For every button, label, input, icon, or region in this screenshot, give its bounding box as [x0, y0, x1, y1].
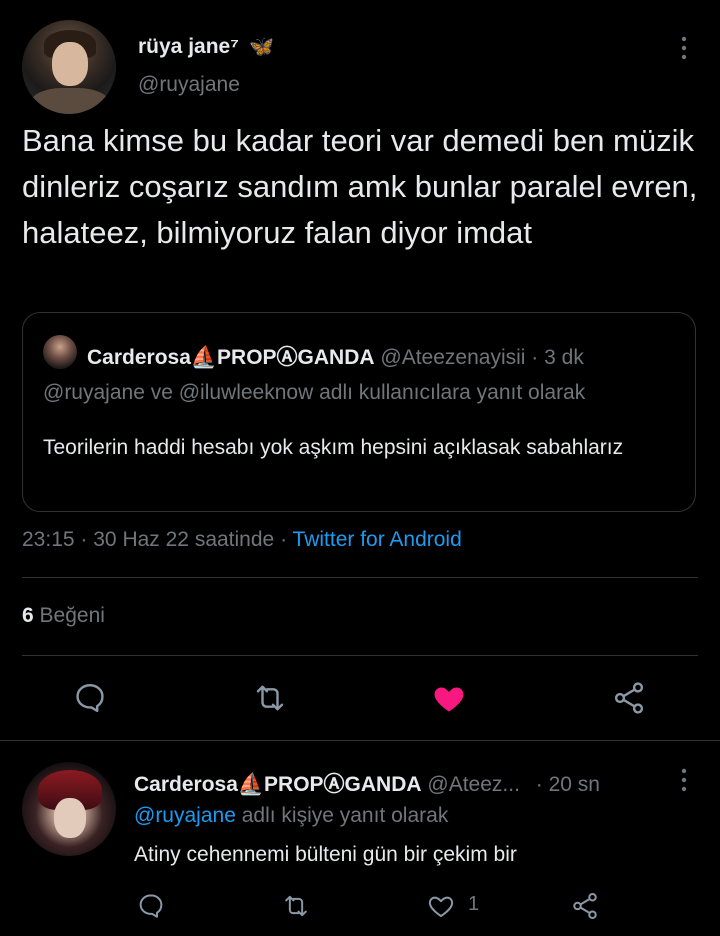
more-vertical-icon[interactable] [672, 34, 696, 62]
quote-text: Teorilerin haddi hesabı yok aşkım hepsin… [43, 436, 624, 459]
avatar-coat [30, 88, 110, 114]
author-handle[interactable]: @ruyajane [138, 73, 240, 97]
timestamp-row: 23:15 · 30 Haz 22 saatinde · Twitter for… [22, 528, 462, 552]
like-outline-icon[interactable] [426, 891, 456, 921]
divider [22, 577, 698, 578]
like-icon[interactable] [430, 680, 468, 716]
dot-separator: · [280, 528, 288, 551]
reply-to-row: @ruyajane adlı kişiye yanıt olarak [134, 804, 448, 828]
reply-to-suffix: adlı kişiye yanıt olarak [241, 804, 449, 827]
reply-author-handle: @Ateez... [427, 773, 520, 796]
more-vertical-icon[interactable] [672, 766, 696, 794]
retweet-icon[interactable] [250, 680, 290, 716]
quote-author-row: Carderosa⛵PROPⒶGANDA @Ateezenayisii · 3 … [87, 341, 584, 371]
reply-to-user-link[interactable]: @ruyajane [134, 804, 236, 827]
butterfly-emoji: 🦋 [249, 36, 275, 58]
tweet-client-link[interactable]: Twitter for Android [293, 528, 462, 551]
retweet-icon[interactable] [280, 891, 312, 921]
likes-stat[interactable]: 6 Beğeni [22, 604, 105, 628]
reply-author-avatar[interactable] [22, 762, 116, 856]
quoted-tweet-card[interactable]: Carderosa⛵PROPⒶGANDA @Ateezenayisii · 3 … [22, 312, 696, 512]
reply-text: Atiny cehennemi bülteni gün bir çekim bi… [134, 843, 517, 866]
avatar-face [52, 42, 88, 86]
tweet-date: 30 Haz 22 saatinde [93, 528, 275, 551]
dot-separator: · [535, 773, 543, 796]
tweet-text: Bana kimse bu kadar teori var demedi ben… [22, 123, 698, 250]
tweet-time: 23:15 [22, 528, 75, 551]
likes-label: Beğeni [39, 604, 105, 627]
dot-separator: · [531, 346, 539, 369]
quote-author-avatar [43, 335, 77, 369]
divider [22, 655, 698, 656]
quote-author-handle: @Ateezenayisii [380, 346, 526, 369]
divider [0, 740, 720, 741]
share-icon[interactable] [610, 680, 648, 716]
author-name-row[interactable]: rüya jane⁷ 🦋 [138, 34, 274, 59]
reply-age: 20 sn [548, 773, 600, 796]
dot-separator: · [80, 528, 88, 551]
author-name: rüya jane⁷ [138, 35, 239, 58]
reply-like-count: 1 [468, 893, 480, 915]
likes-count: 6 [22, 604, 34, 627]
quote-author-name: Carderosa⛵PROPⒶGANDA [87, 346, 375, 369]
quote-reply-to: @ruyajane ve @iluwleeknow adlı kullanıcı… [43, 381, 586, 404]
reply-icon[interactable] [72, 680, 108, 716]
reply-author-row[interactable]: Carderosa⛵PROPⒶGANDA @Ateez... · 20 sn [134, 768, 674, 798]
reply-icon[interactable] [136, 891, 166, 921]
quote-age: 3 dk [544, 346, 584, 369]
reply-author-name: Carderosa⛵PROPⒶGANDA [134, 773, 422, 796]
share-icon[interactable] [570, 891, 600, 921]
author-avatar[interactable] [22, 20, 116, 114]
avatar-face [54, 798, 86, 838]
